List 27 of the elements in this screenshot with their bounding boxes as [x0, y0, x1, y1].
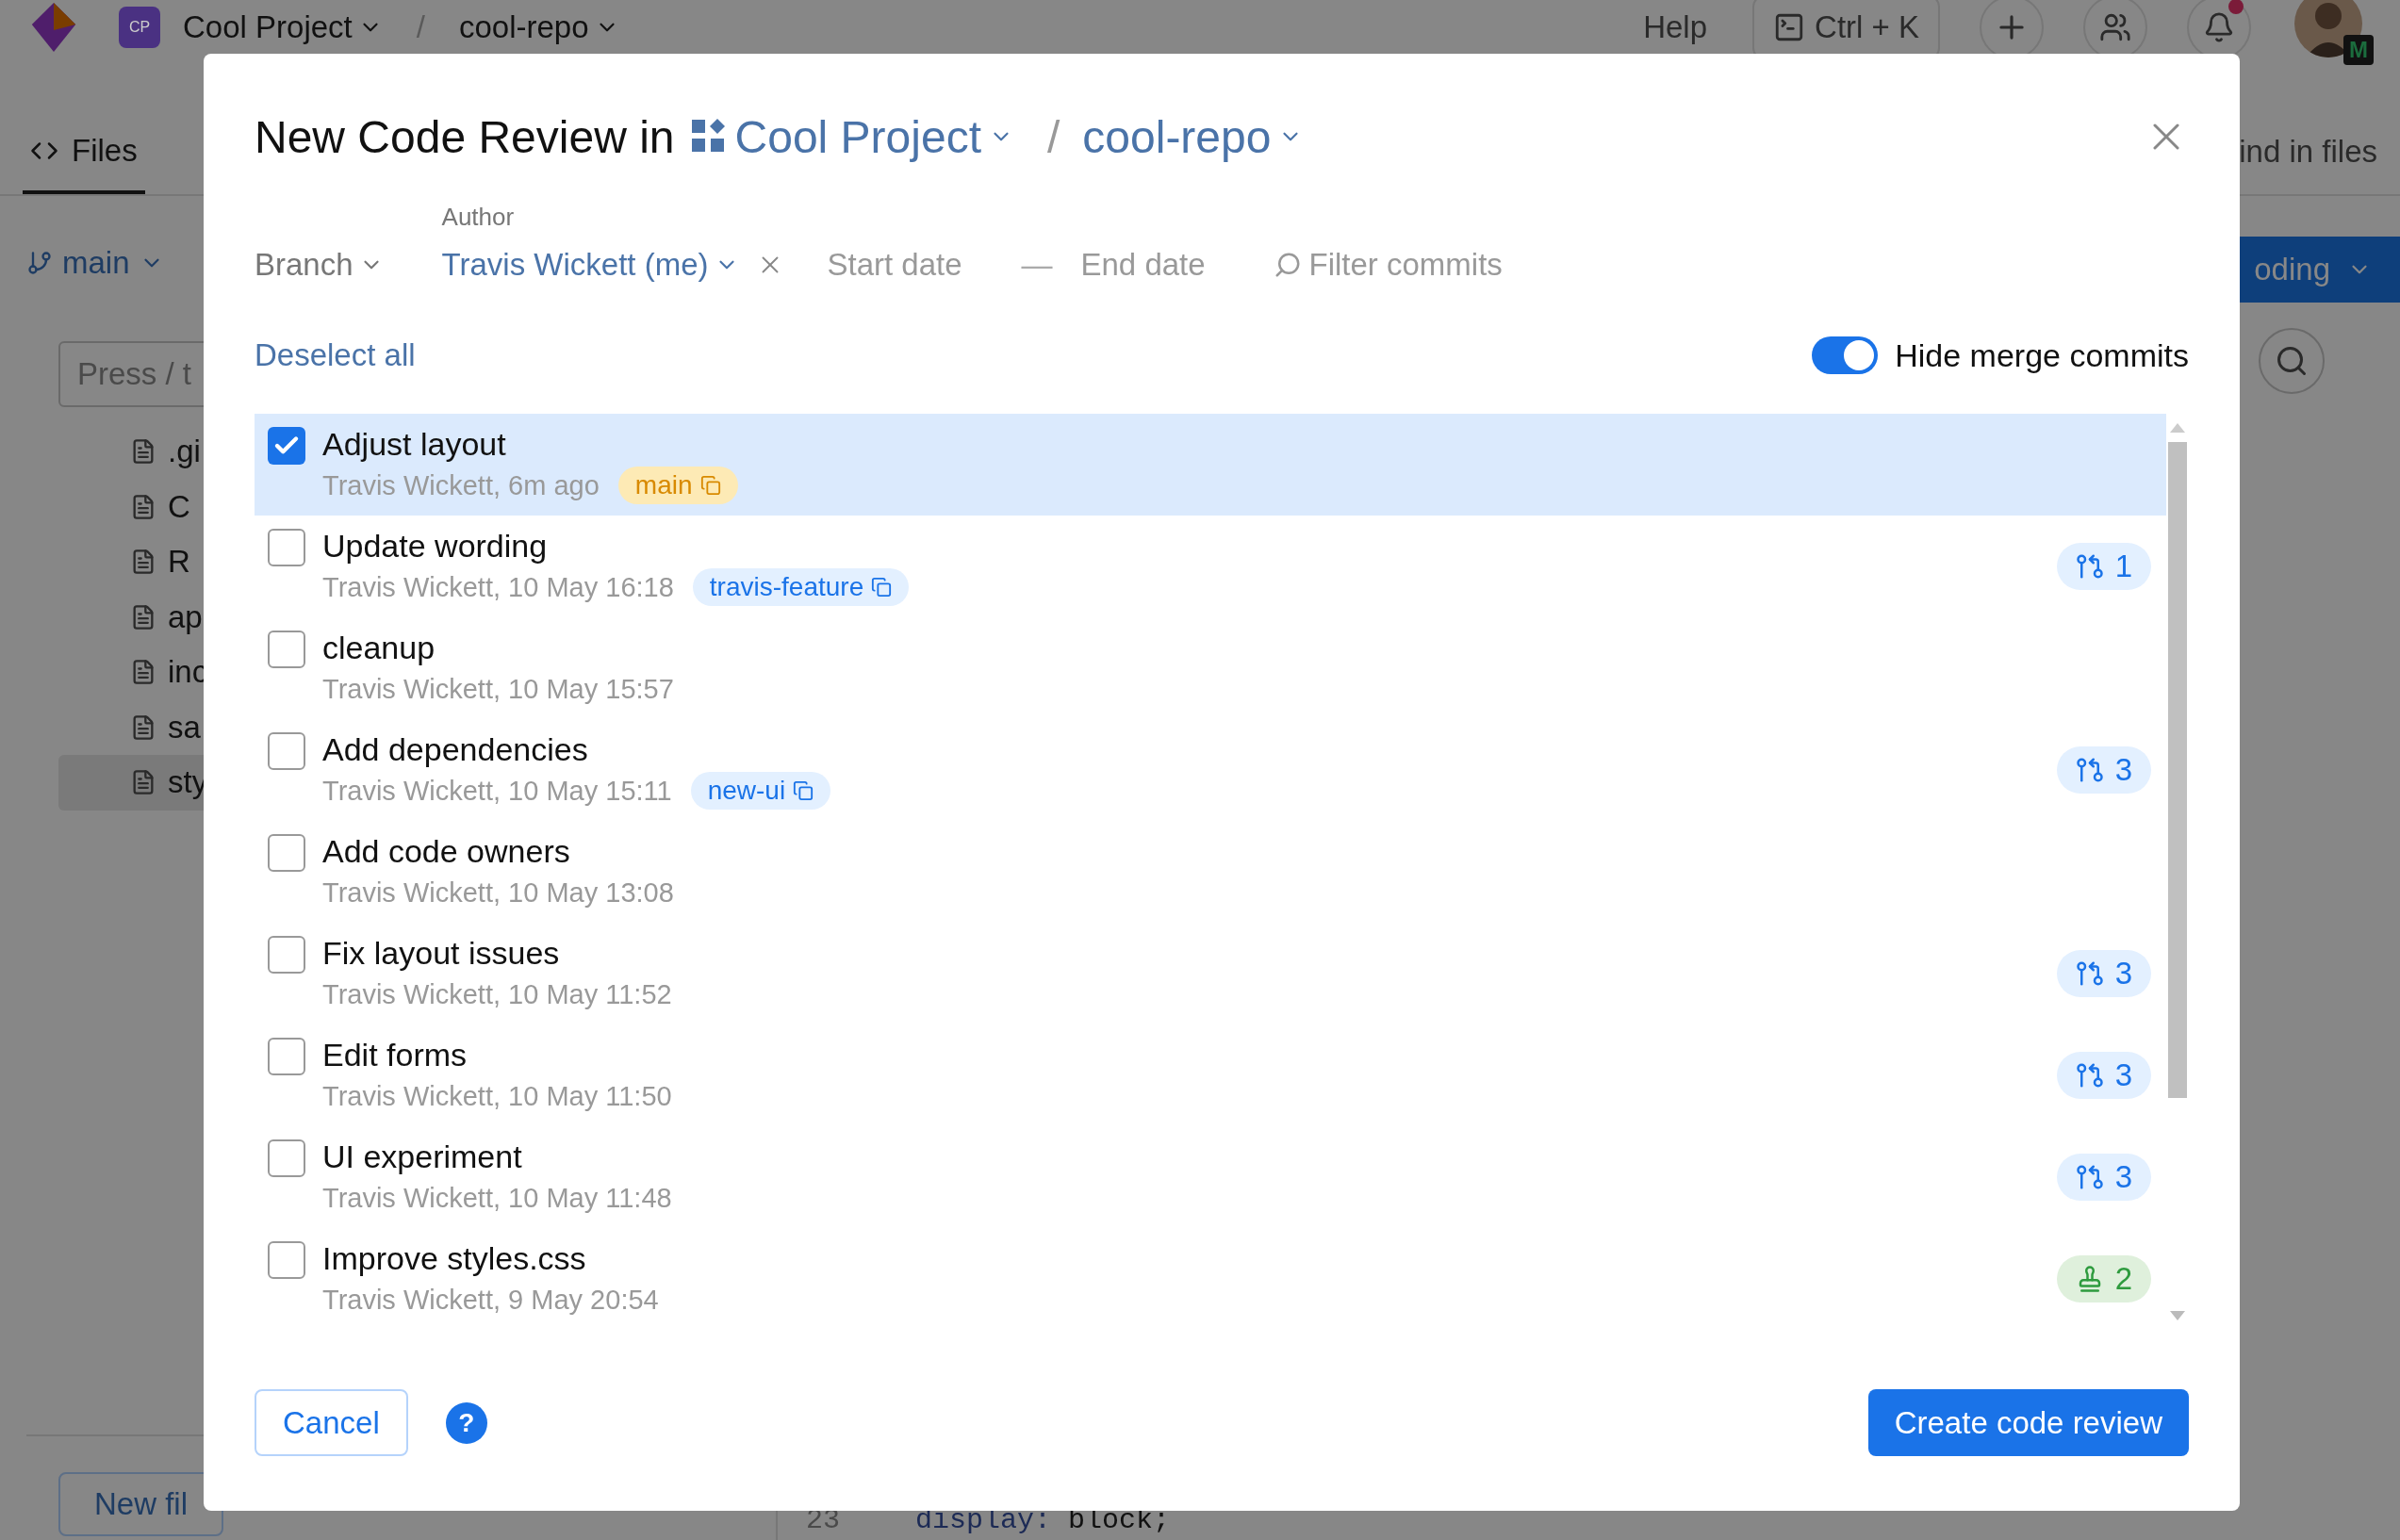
- commit-meta: Travis Wickett, 10 May 13:08: [322, 876, 674, 909]
- toggle-label: Hide merge commits: [1895, 336, 2189, 374]
- commit-title: Add code owners: [322, 832, 571, 871]
- dialog-title: New Code Review in: [255, 110, 675, 163]
- commit-title: Edit forms: [322, 1036, 468, 1074]
- author-label: Author: [441, 203, 516, 231]
- commit-meta: Travis Wickett, 10 May 16:18: [322, 571, 674, 603]
- commit-meta: Travis Wickett, 9 May 20:54: [322, 1284, 659, 1316]
- commit-title: UI experiment: [322, 1138, 523, 1176]
- commit-title: Improve styles.css: [322, 1239, 587, 1278]
- commit-meta: Travis Wickett, 10 May 15:11: [322, 775, 672, 807]
- breadcrumb-separator: /: [416, 9, 425, 45]
- commit-meta: Travis Wickett, 10 May 11:48: [322, 1182, 672, 1214]
- breadcrumb-separator: /: [1047, 110, 1060, 163]
- avatar-badge: M: [2343, 35, 2374, 65]
- code-keyword: display:: [915, 1504, 1052, 1536]
- commit-title: Adjust layout: [322, 425, 507, 464]
- commit-title: Add dependencies: [322, 730, 589, 769]
- commit-meta: Travis Wickett, 10 May 11:50: [322, 1080, 672, 1112]
- commit-meta: Travis Wickett, 10 May 11:52: [322, 978, 672, 1010]
- commit-title: cleanup: [322, 629, 436, 667]
- commit-meta: Travis Wickett, 10 May 15:57: [322, 673, 674, 705]
- commit-meta: Travis Wickett, 6m ago: [322, 469, 600, 501]
- commit-title: Update wording: [322, 527, 549, 565]
- date-range-dash: —: [1021, 246, 1053, 284]
- commit-title: Fix layout issues: [322, 934, 561, 973]
- project-avatar: CP: [119, 7, 160, 48]
